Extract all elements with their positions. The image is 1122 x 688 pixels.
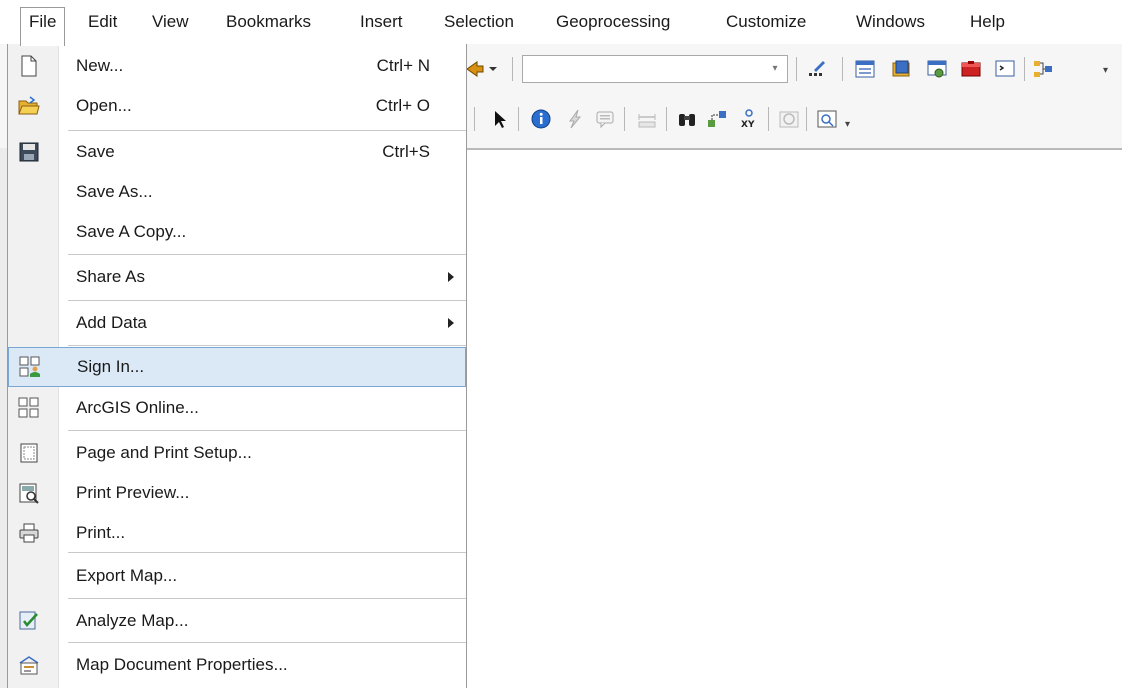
file-menu-map-document-properties[interactable]: Map Document Properties... (8, 645, 466, 685)
time-slider-icon[interactable] (776, 106, 802, 132)
menu-item-shortcut: Ctrl+ O (375, 96, 430, 115)
file-menu-add-data[interactable]: Add Data (8, 303, 466, 343)
toolbar-separator (796, 57, 797, 81)
go-to-xy-icon[interactable]: XY (736, 106, 762, 132)
table-of-contents-icon[interactable] (852, 56, 878, 82)
menu-separator (68, 300, 466, 301)
toolbar-separator (474, 107, 475, 131)
file-menu-sign-in[interactable]: Sign In... (8, 347, 466, 387)
menu-separator (68, 130, 466, 131)
file-menu-page-print-setup[interactable]: Page and Print Setup... (8, 433, 466, 473)
catalog-icon[interactable] (888, 56, 914, 82)
menu-item-label: Save As... (76, 182, 153, 201)
file-menu-save[interactable]: Save Ctrl+S (8, 132, 466, 172)
modelbuilder-icon[interactable] (1030, 56, 1056, 82)
toolbar-separator (806, 107, 807, 131)
save-disk-icon (18, 141, 40, 163)
sign-in-icon (19, 356, 41, 378)
file-menu-new[interactable]: New... Ctrl+ N (8, 46, 466, 86)
menu-item-shortcut: Ctrl+ N (376, 56, 430, 75)
file-menu-print[interactable]: Print... (8, 513, 466, 553)
menu-item-label: Save A Copy... (76, 222, 187, 241)
editor-pencil-icon[interactable] (804, 56, 830, 82)
menu-insert[interactable]: Insert (352, 8, 411, 36)
menu-item-label: Sign In... (77, 357, 145, 376)
toolbar-separator (624, 107, 625, 131)
svg-text:XY: XY (741, 120, 755, 130)
menu-item-label: Analyze Map... (76, 611, 189, 630)
python-window-icon[interactable] (992, 56, 1018, 82)
document-properties-icon (18, 654, 40, 676)
scale-combo[interactable]: ▾ (522, 55, 788, 83)
select-elements-arrow-icon[interactable] (486, 106, 512, 132)
pan-dropdown-icon[interactable] (486, 56, 500, 82)
menu-customize[interactable]: Customize (718, 8, 814, 36)
file-menu-dropdown: New... Ctrl+ N Open... Ctrl+ O Save Ctrl… (7, 44, 467, 688)
menu-item-label: New... (76, 56, 124, 75)
toolbar-separator (512, 57, 513, 81)
search-window-icon[interactable] (924, 56, 950, 82)
toolbar-separator (842, 57, 843, 81)
menu-separator (68, 552, 466, 553)
menu-help[interactable]: Help (962, 8, 1013, 36)
file-menu-arcgis-online[interactable]: ArcGIS Online... (8, 388, 466, 428)
open-folder-icon (18, 95, 40, 117)
menu-item-label: Add Data (76, 313, 147, 332)
create-viewer-window-icon[interactable] (814, 106, 840, 132)
menu-separator (68, 254, 466, 255)
toolbar-separator (666, 107, 667, 131)
print-preview-icon (18, 482, 40, 504)
hyperlink-lightning-icon[interactable] (562, 106, 588, 132)
toolbar-separator (518, 107, 519, 131)
menu-separator (68, 345, 466, 346)
menu-windows[interactable]: Windows (848, 8, 933, 36)
menu-separator (68, 598, 466, 599)
menu-separator (68, 642, 466, 643)
menu-bar: File Edit View Bookmarks Insert Selectio… (0, 0, 1122, 46)
menu-item-shortcut: Ctrl+S (382, 142, 430, 161)
menu-item-label: Open... (76, 96, 132, 115)
menu-item-label: Page and Print Setup... (76, 443, 252, 462)
menu-file[interactable]: File (20, 7, 66, 46)
analyze-map-icon (18, 610, 40, 632)
menu-item-label: Share As (76, 267, 145, 286)
html-popup-icon[interactable] (592, 106, 618, 132)
menu-item-label: Save (76, 142, 115, 161)
file-menu-save-a-copy[interactable]: Save A Copy... (8, 212, 466, 252)
file-menu-share-as[interactable]: Share As (8, 257, 466, 297)
menu-selection[interactable]: Selection (436, 8, 522, 36)
measure-icon[interactable] (634, 106, 660, 132)
file-menu-open[interactable]: Open... Ctrl+ O (8, 86, 466, 126)
arcgis-online-icon (18, 397, 40, 419)
toolbar-overflow-icon[interactable]: ▾ (845, 118, 853, 132)
toolbar-overflow-icon[interactable]: ▾ (1103, 64, 1111, 78)
find-route-icon[interactable] (704, 106, 730, 132)
arctoolbox-icon[interactable] (958, 56, 984, 82)
menu-geoprocessing[interactable]: Geoprocessing (548, 8, 678, 36)
combo-dropdown-icon[interactable]: ▾ (767, 62, 783, 76)
menu-separator (68, 430, 466, 431)
menu-bookmarks[interactable]: Bookmarks (218, 8, 319, 36)
menu-item-label: ArcGIS Online... (76, 398, 199, 417)
new-document-icon (18, 55, 40, 77)
submenu-arrow-icon (448, 272, 454, 282)
menu-item-label: Print Preview... (76, 483, 190, 502)
submenu-arrow-icon (448, 318, 454, 328)
menu-item-label: Export Map... (76, 566, 178, 585)
file-menu-export-map[interactable]: Export Map... (8, 556, 466, 596)
file-menu-analyze-map[interactable]: Analyze Map... (8, 601, 466, 641)
toolbar-separator (1024, 57, 1025, 81)
menu-item-label: Map Document Properties... (76, 655, 288, 674)
menu-view[interactable]: View (144, 8, 197, 36)
toolbar-separator (768, 107, 769, 131)
identify-info-icon[interactable] (528, 106, 554, 132)
find-binoculars-icon[interactable] (674, 106, 700, 132)
file-menu-save-as[interactable]: Save As... (8, 172, 466, 212)
menu-item-label: Print... (76, 523, 126, 542)
left-window-edge (0, 148, 7, 688)
page-setup-icon (18, 442, 40, 464)
printer-icon (18, 522, 40, 544)
menu-edit[interactable]: Edit (80, 8, 125, 36)
file-menu-print-preview[interactable]: Print Preview... (8, 473, 466, 513)
